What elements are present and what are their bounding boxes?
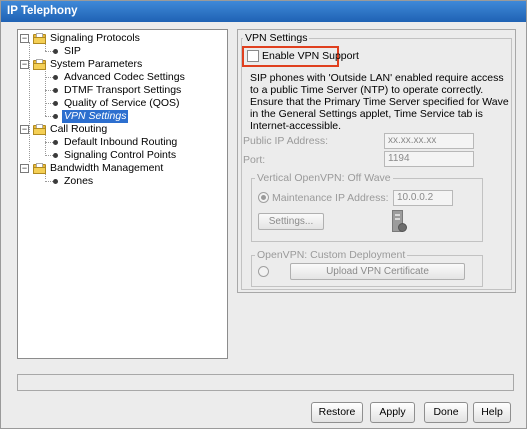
tree-item-label: System Parameters bbox=[50, 58, 143, 70]
done-button[interactable]: Done bbox=[424, 402, 468, 423]
status-bar bbox=[17, 374, 514, 391]
restore-button[interactable]: Restore bbox=[311, 402, 363, 423]
folder-icon bbox=[33, 124, 46, 135]
leaf-bullet-icon bbox=[53, 140, 58, 145]
vertical-openvpn-group bbox=[251, 178, 483, 242]
tree-connector bbox=[45, 103, 53, 104]
upload-vpn-certificate-button[interactable]: Upload VPN Certificate bbox=[290, 263, 465, 280]
leaf-bullet-icon bbox=[53, 49, 58, 54]
tree-connector bbox=[45, 142, 53, 143]
tree-item-call-routing[interactable]: − Call Routing bbox=[18, 123, 227, 136]
tree-item-bandwidth-management[interactable]: − Bandwidth Management bbox=[18, 162, 227, 175]
leaf-bullet-icon bbox=[53, 153, 58, 158]
tree-item-label: Zones bbox=[64, 175, 94, 187]
leaf-bullet-icon bbox=[53, 101, 58, 106]
public-ip-field[interactable]: xx.xx.xx.xx bbox=[384, 133, 474, 149]
tree-item-label: Signaling Protocols bbox=[50, 32, 140, 44]
tree-item-default-inbound-routing[interactable]: Default Inbound Routing bbox=[18, 136, 227, 149]
tree-connector bbox=[45, 77, 53, 78]
collapse-icon[interactable]: − bbox=[20, 34, 29, 43]
vpn-settings-group-title: VPN Settings bbox=[243, 32, 310, 44]
leaf-bullet-icon bbox=[53, 114, 58, 119]
ip-telephony-window: IP Telephony − Signaling Protocols SIP −… bbox=[0, 0, 527, 429]
custom-deployment-radio[interactable] bbox=[258, 266, 269, 277]
folder-icon bbox=[33, 33, 46, 44]
tree-connector bbox=[45, 181, 53, 182]
tree-connector bbox=[45, 155, 53, 156]
tree-item-label: Signaling Control Points bbox=[64, 149, 177, 161]
vpn-description: SIP phones with 'Outside LAN' enabled re… bbox=[250, 72, 509, 132]
settings-button[interactable]: Settings... bbox=[258, 213, 324, 230]
folder-icon bbox=[33, 59, 46, 70]
tree-item-label: DTMF Transport Settings bbox=[64, 84, 182, 96]
tree-connector bbox=[45, 90, 53, 91]
custom-deployment-group-title: OpenVPN: Custom Deployment bbox=[255, 249, 408, 261]
tree-item-dtmf-transport-settings[interactable]: DTMF Transport Settings bbox=[18, 84, 227, 97]
tree-item-zones[interactable]: Zones bbox=[18, 175, 227, 188]
tree-item-label: VPN Settings bbox=[62, 110, 129, 123]
leaf-bullet-icon bbox=[53, 75, 58, 80]
settings-tree[interactable]: − Signaling Protocols SIP − System Param… bbox=[17, 29, 228, 359]
help-button[interactable]: Help bbox=[473, 402, 511, 423]
port-label: Port: bbox=[243, 154, 266, 166]
tree-item-signaling-control-points[interactable]: Signaling Control Points bbox=[18, 149, 227, 162]
vertical-openvpn-group-title: Vertical OpenVPN: Off Wave bbox=[255, 172, 393, 184]
folder-icon bbox=[33, 163, 46, 174]
window-title: IP Telephony bbox=[1, 1, 526, 22]
tree-item-advanced-codec-settings[interactable]: Advanced Codec Settings bbox=[18, 71, 227, 84]
enable-vpn-label: Enable VPN Support bbox=[262, 50, 359, 62]
apply-button[interactable]: Apply bbox=[370, 402, 415, 423]
tree-item-label: Quality of Service (QOS) bbox=[64, 97, 180, 109]
tree-item-system-parameters[interactable]: − System Parameters bbox=[18, 58, 227, 71]
tree-item-label: Bandwidth Management bbox=[50, 162, 164, 174]
maintenance-ip-radio[interactable] bbox=[258, 192, 269, 203]
collapse-icon[interactable]: − bbox=[20, 164, 29, 173]
public-ip-label: Public IP Address: bbox=[243, 135, 329, 147]
vpn-settings-panel: VPN Settings Enable VPN Support SIP phon… bbox=[237, 29, 516, 293]
tree-connector bbox=[45, 116, 53, 117]
leaf-bullet-icon bbox=[53, 88, 58, 93]
enable-vpn-checkbox[interactable] bbox=[247, 50, 259, 62]
tree-item-quality-of-service[interactable]: Quality of Service (QOS) bbox=[18, 97, 227, 110]
tree-connector bbox=[45, 51, 53, 52]
leaf-bullet-icon bbox=[53, 179, 58, 184]
tree-item-label: Default Inbound Routing bbox=[64, 136, 178, 148]
port-field[interactable]: 1194 bbox=[384, 151, 474, 167]
collapse-icon[interactable]: − bbox=[20, 125, 29, 134]
tree-item-label: SIP bbox=[64, 45, 81, 57]
collapse-icon[interactable]: − bbox=[20, 60, 29, 69]
tree-item-sip[interactable]: SIP bbox=[18, 45, 227, 58]
maintenance-ip-label: Maintenance IP Address: bbox=[272, 192, 389, 204]
tree-item-vpn-settings[interactable]: VPN Settings bbox=[18, 110, 227, 123]
server-icon bbox=[392, 210, 407, 232]
maintenance-ip-field[interactable]: 10.0.0.2 bbox=[393, 190, 453, 206]
tree-item-label: Call Routing bbox=[50, 123, 108, 135]
tree-item-label: Advanced Codec Settings bbox=[64, 71, 185, 83]
tree-item-signaling-protocols[interactable]: − Signaling Protocols bbox=[18, 32, 227, 45]
